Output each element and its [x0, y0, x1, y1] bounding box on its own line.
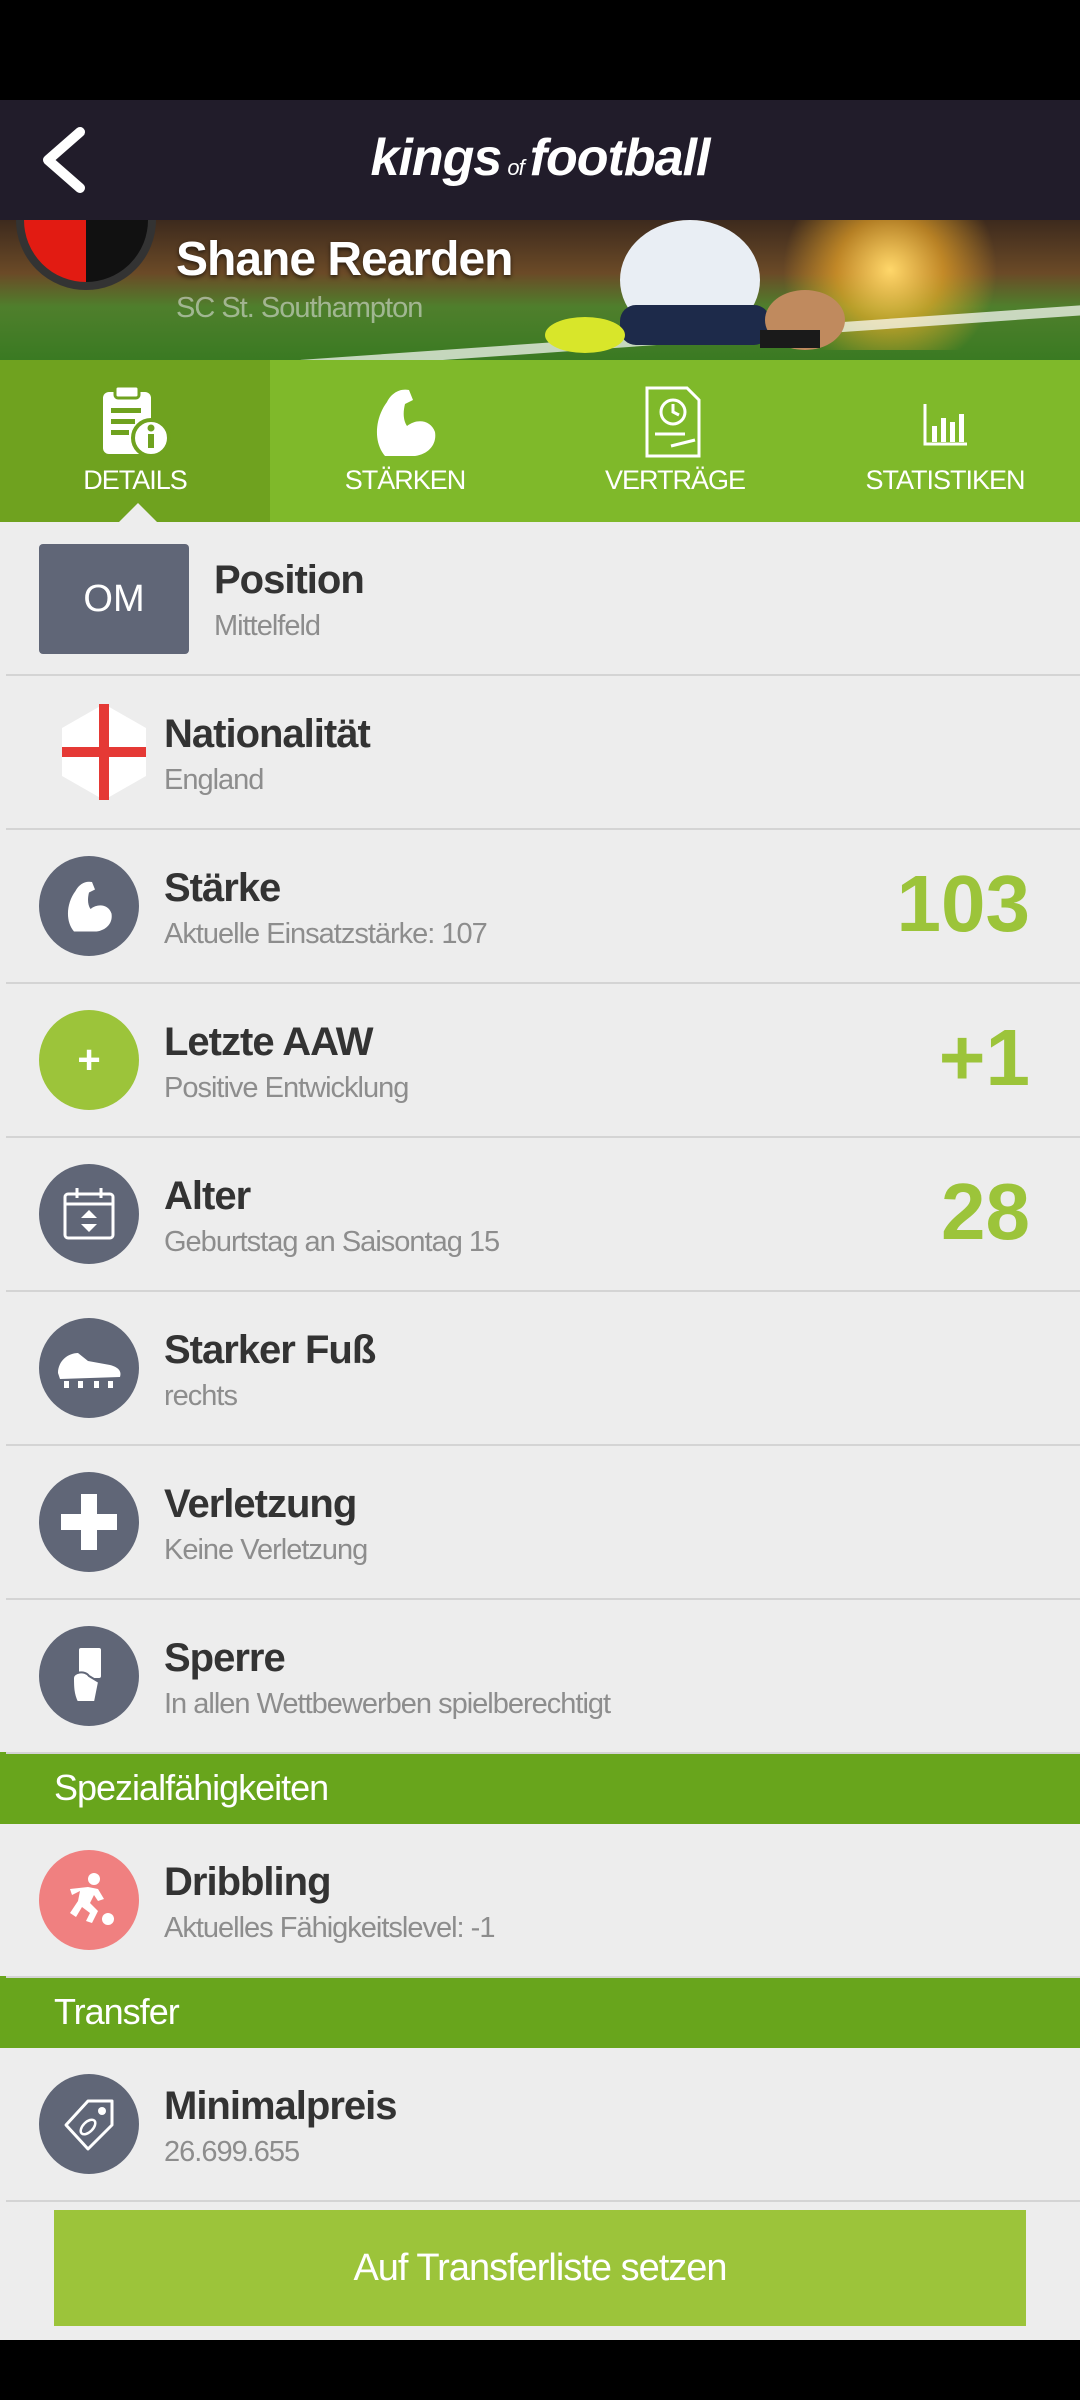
- row-subtitle: Mittelfeld: [214, 610, 321, 642]
- bar-chart-icon: [923, 404, 967, 446]
- system-navigation-bar: [0, 2340, 1080, 2400]
- player-name: Shane Rearden: [176, 233, 513, 286]
- tab-details[interactable]: DETAILS: [0, 360, 270, 522]
- row-subtitle: Aktuelles Fähigkeitslevel: -1: [164, 1912, 495, 1944]
- row-title: Sperre: [164, 1636, 286, 1680]
- section-header-transfer: Transfer: [0, 1976, 1080, 2048]
- tab-contracts[interactable]: VERTRÄGE: [540, 360, 810, 522]
- player-banner: Shane Rearden SC St. Southampton: [0, 220, 1080, 360]
- strength-row: Stärke Aktuelle Einsatzstärke: 107 103: [6, 830, 1080, 984]
- medical-cross-icon: [39, 1472, 139, 1572]
- contract-icon: [645, 386, 701, 458]
- tab-bar: DETAILS STÄRKEN VERTRÄGE STATISTIKEN: [0, 360, 1080, 522]
- row-title: Letzte AAW: [164, 1020, 374, 1064]
- row-subtitle: 26.699.655: [164, 2136, 300, 2168]
- row-title: Position: [214, 558, 365, 602]
- player-photo: [545, 220, 845, 353]
- player-details-list: OM Position Mittelfeld Nationalität Engl…: [0, 522, 1080, 2202]
- bicep-icon: [376, 389, 436, 456]
- club-badge-icon: [16, 220, 156, 290]
- last-aaw-row: + Letzte AAW Positive Entwicklung +1: [6, 984, 1080, 1138]
- cta-area: Auf Transferliste setzen: [0, 2196, 1080, 2340]
- minimum-price-row: Minimalpreis 26.699.655: [6, 2048, 1080, 2202]
- tab-statistics[interactable]: STATISTIKEN: [810, 360, 1080, 522]
- row-title: Nationalität: [164, 712, 371, 756]
- row-subtitle: Positive Entwicklung: [164, 1072, 409, 1104]
- position-badge: OM: [39, 544, 189, 654]
- injury-row: Verletzung Keine Verletzung: [6, 1446, 1080, 1600]
- england-flag-icon: [62, 704, 146, 800]
- section-header-special: Spezialfähigkeiten: [0, 1752, 1080, 1824]
- row-subtitle: England: [164, 764, 264, 796]
- strength-value: 103: [896, 859, 1030, 948]
- row-title: Alter: [164, 1174, 251, 1218]
- age-value: 28: [941, 1167, 1030, 1256]
- app-bar: kings of football: [0, 100, 1080, 220]
- row-subtitle: Aktuelle Einsatzstärke: 107: [164, 918, 488, 950]
- row-subtitle: Geburtstag an Saisontag 15: [164, 1226, 500, 1258]
- row-subtitle: In allen Wettbewerben spielberechtigt: [164, 1688, 611, 1720]
- row-title: Dribbling: [164, 1860, 332, 1904]
- position-row: OM Position Mittelfeld: [6, 522, 1080, 676]
- add-to-transfer-list-button[interactable]: Auf Transferliste setzen: [54, 2210, 1026, 2326]
- suspension-row: Sperre In allen Wettbewerben spielberech…: [6, 1600, 1080, 1754]
- football-boot-icon: [39, 1318, 139, 1418]
- tab-strengths[interactable]: STÄRKEN: [270, 360, 540, 522]
- bicep-icon: [39, 856, 139, 956]
- row-subtitle: rechts: [164, 1380, 238, 1412]
- dribbling-player-icon: [39, 1850, 139, 1950]
- nationality-row: Nationalität England: [6, 676, 1080, 830]
- status-bar: [0, 0, 1080, 100]
- strong-foot-row: Starker Fuß rechts: [6, 1292, 1080, 1446]
- price-tag-icon: [39, 2074, 139, 2174]
- row-subtitle: Keine Verletzung: [164, 1534, 368, 1566]
- row-title: Verletzung: [164, 1482, 357, 1526]
- clipboard-info-icon: [103, 384, 171, 458]
- app-logo: kings of football: [370, 129, 711, 187]
- calendar-icon: [39, 1164, 139, 1264]
- row-title: Minimalpreis: [164, 2084, 398, 2128]
- skill-row-dribbling[interactable]: Dribbling Aktuelles Fähigkeitslevel: -1: [6, 1824, 1080, 1978]
- referee-card-icon: [39, 1626, 139, 1726]
- club-name[interactable]: SC St. Southampton: [176, 292, 423, 325]
- last-aaw-value: +1: [938, 1013, 1030, 1102]
- row-title: Starker Fuß: [164, 1328, 376, 1372]
- age-row: Alter Geburtstag an Saisontag 15 28: [6, 1138, 1080, 1292]
- plus-circle-icon: +: [39, 1010, 139, 1110]
- row-title: Stärke: [164, 866, 281, 910]
- active-tab-pointer: [118, 503, 158, 523]
